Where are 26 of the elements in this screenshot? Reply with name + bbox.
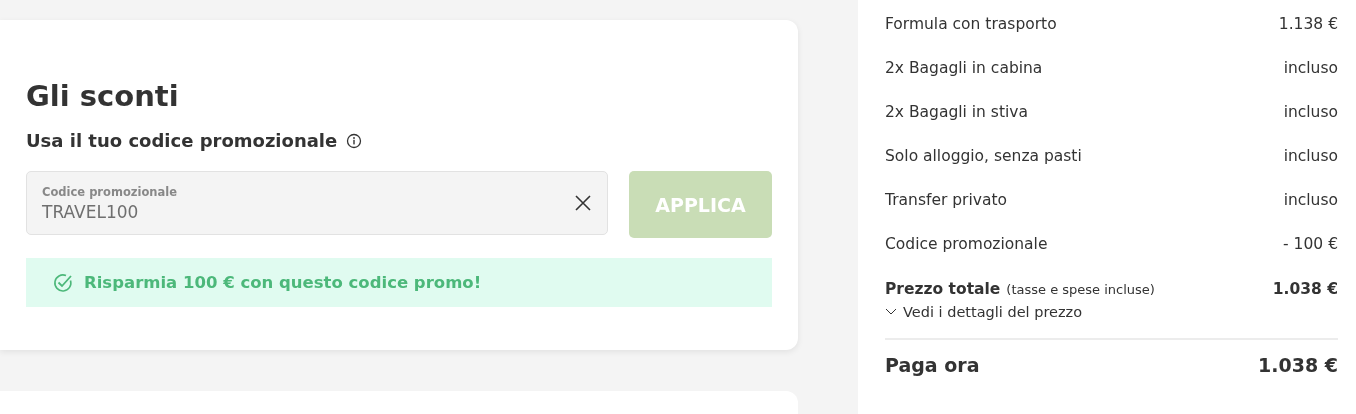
pay-now-label: Paga ora — [885, 354, 980, 376]
line-label: Solo alloggio, senza pasti — [885, 147, 1082, 165]
line-label: Codice promozionale — [885, 235, 1048, 253]
info-icon[interactable] — [346, 132, 363, 149]
line-label: Formula con trasporto — [885, 15, 1057, 33]
line-value: - 100 € — [1283, 235, 1338, 253]
details-link[interactable]: Vedi i dettagli del prezzo — [885, 304, 1338, 320]
promo-heading: Usa il tuo codice promozionale — [26, 130, 338, 151]
pay-now-value: 1.038 € — [1258, 354, 1338, 376]
line-value: incluso — [1283, 191, 1338, 209]
total-note: (tasse e spese incluse) — [1006, 282, 1155, 297]
line-label: Transfer privato — [885, 191, 1007, 209]
section-title: Gli sconti — [26, 78, 180, 115]
line-value: incluso — [1283, 103, 1338, 121]
total-value: 1.038 € — [1272, 280, 1338, 298]
line-value: 1.138 € — [1278, 15, 1338, 33]
line-value: incluso — [1283, 147, 1338, 165]
total-label: Prezzo totale — [885, 280, 1001, 298]
check-circle-icon — [52, 271, 74, 294]
chevron-down-icon — [885, 308, 897, 316]
success-message: Risparmia 100 € con questo codice promo! — [84, 273, 482, 292]
line-value: incluso — [1283, 59, 1338, 77]
promo-code-field[interactable]: Codice promozionale TRAVEL100 — [26, 171, 608, 235]
line-label: 2x Bagagli in stiva — [885, 103, 1028, 121]
line-label: 2x Bagagli in cabina — [885, 59, 1043, 77]
close-icon[interactable] — [574, 194, 592, 212]
